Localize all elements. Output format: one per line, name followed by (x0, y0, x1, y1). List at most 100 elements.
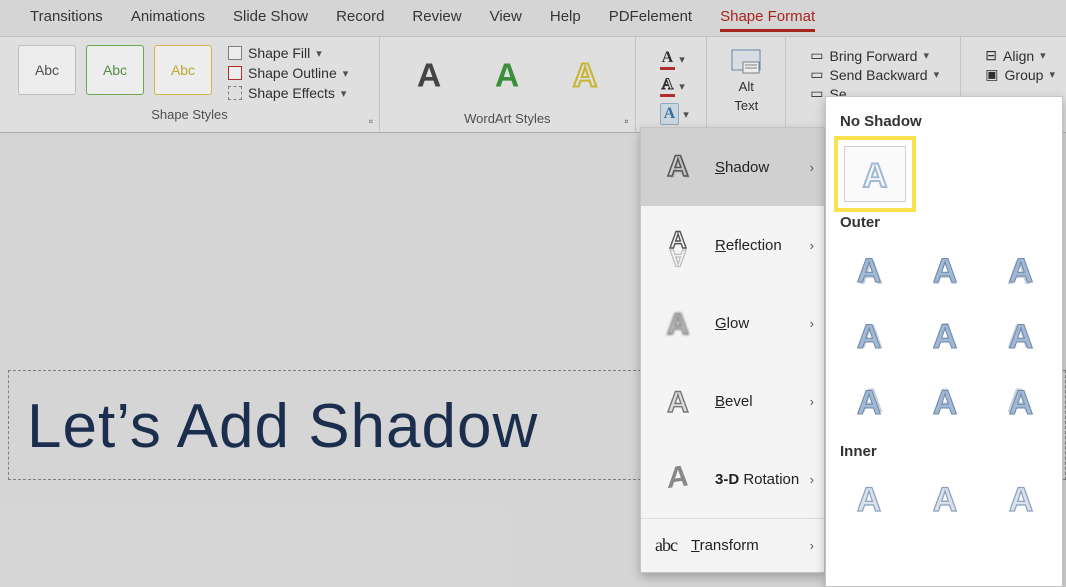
svg-text:A: A (667, 308, 689, 341)
align-label: Align (1003, 48, 1034, 64)
tab-pdfelement[interactable]: PDFelement (609, 8, 692, 32)
tab-review[interactable]: Review (412, 8, 461, 32)
bring-forward-button[interactable]: ▭ Bring Forward ▾ (810, 47, 936, 64)
tab-view[interactable]: View (490, 8, 522, 32)
dialog-launcher-wordart[interactable]: ▫ (624, 114, 628, 128)
chevron-down-icon: ▾ (1040, 49, 1046, 62)
shape-outline-button[interactable]: Shape Outline ▾ (228, 65, 348, 81)
shadow-outer-8[interactable]: AA (914, 373, 976, 429)
shadow-outer-2[interactable]: AA (914, 241, 976, 297)
menu-item-shadow[interactable]: AA Shadow › (641, 128, 824, 206)
shadow-inner-3[interactable]: A (990, 470, 1052, 526)
text-outline-button[interactable]: A ▾ (660, 76, 683, 97)
group-label-shape-styles: Shape Styles (18, 101, 361, 126)
send-backward-button[interactable]: ▭ Send Backward ▾ (810, 66, 936, 83)
shadow-outer-9[interactable]: AA (990, 373, 1052, 429)
chevron-down-icon: ▾ (341, 87, 347, 100)
menu-item-reflection[interactable]: AA Reflection › (641, 206, 824, 284)
svg-text:A: A (857, 481, 882, 519)
svg-text:A: A (933, 318, 958, 356)
shape-style-3[interactable]: Abc (154, 45, 212, 95)
shadow-outer-5[interactable]: AA (914, 307, 976, 363)
wordart-preset-1[interactable]: A (408, 45, 450, 105)
wordart-preset-2[interactable]: A (486, 45, 528, 105)
menu-item-bevel[interactable]: A Bevel › (641, 362, 824, 440)
glow-icon: A (655, 300, 701, 346)
send-backward-icon: ▭ (810, 66, 823, 83)
shadow-outer-3[interactable]: AA (990, 241, 1052, 297)
effects-icon (228, 86, 242, 100)
chevron-right-icon: › (810, 538, 814, 553)
group-label-wordart: WordArt Styles (398, 105, 617, 130)
shape-outline-label: Shape Outline (248, 65, 337, 81)
svg-text:A: A (1009, 318, 1034, 356)
chevron-down-icon: ▾ (679, 80, 685, 93)
svg-text:A: A (857, 384, 882, 422)
shadow-outer-7[interactable]: AA (838, 373, 900, 429)
group-button[interactable]: ▣ Group ▾ (985, 66, 1042, 83)
tab-help[interactable]: Help (550, 8, 581, 32)
shape-style-1[interactable]: Abc (18, 45, 76, 95)
chevron-down-icon: ▾ (1049, 68, 1055, 81)
tab-transitions[interactable]: Transitions (30, 8, 103, 32)
text-effects-menu: AA Shadow › AA Reflection › A Glow › A B… (640, 127, 825, 573)
svg-text:A: A (1009, 384, 1034, 422)
tab-record[interactable]: Record (336, 8, 384, 32)
svg-text:A: A (667, 386, 689, 419)
shadow-option-none[interactable]: A (844, 146, 906, 202)
align-button[interactable]: ⊟ Align ▾ (985, 47, 1042, 64)
chevron-right-icon: › (810, 316, 814, 331)
tab-shapeformat[interactable]: Shape Format (720, 8, 815, 32)
shadow-inner-grid: A A A (838, 470, 1050, 526)
shadow-section-no-shadow: No Shadow (840, 113, 1048, 130)
chevron-right-icon: › (810, 160, 814, 175)
shadow-inner-1[interactable]: A (838, 470, 900, 526)
shape-fill-button[interactable]: Shape Fill ▾ (228, 45, 348, 61)
chevron-right-icon: › (810, 394, 814, 409)
send-backward-label: Send Backward (830, 67, 928, 83)
shadow-outer-4[interactable]: AA (838, 307, 900, 363)
dialog-launcher-shape-styles[interactable]: ▫ (369, 114, 373, 128)
menu-item-3d-rotation[interactable]: A 3-D Rotation › (641, 440, 824, 518)
svg-text:A: A (933, 481, 958, 519)
outline-icon (228, 66, 242, 80)
bring-forward-label: Bring Forward (830, 48, 918, 64)
ribbon-tabs: Transitions Animations Slide Show Record… (0, 0, 1066, 36)
shape-style-gallery[interactable]: Abc Abc Abc (18, 45, 212, 95)
chevron-down-icon: ▾ (316, 47, 322, 60)
shadow-outer-1[interactable]: AA (838, 241, 900, 297)
svg-text:A: A (573, 56, 597, 94)
shadow-icon: AA (655, 144, 701, 190)
fill-icon (228, 46, 242, 60)
svg-text:A: A (933, 384, 958, 422)
group-icon: ▣ (985, 66, 998, 83)
shadow-gallery: No Shadow A Outer AA AA AA AA AA AA AA A… (825, 96, 1063, 587)
svg-text:A: A (417, 56, 441, 94)
shadow-section-inner: Inner (840, 443, 1048, 460)
tab-animations[interactable]: Animations (131, 8, 205, 32)
rotation-icon: A (655, 456, 701, 502)
svg-text:A: A (667, 150, 689, 183)
group-menu-label: Group (1005, 67, 1044, 83)
tab-slideshow[interactable]: Slide Show (233, 8, 308, 32)
chevron-down-icon: ▾ (679, 53, 685, 66)
menu-item-transform[interactable]: abc Transform › (641, 518, 824, 572)
text-fill-button[interactable]: A ▾ (660, 49, 683, 70)
align-icon: ⊟ (985, 47, 997, 64)
svg-text:A: A (857, 252, 882, 290)
svg-text:A: A (667, 459, 689, 495)
transform-icon: abc (655, 535, 677, 556)
text-effects-button[interactable]: A ▾ (660, 103, 683, 125)
wordart-gallery[interactable]: A A A (398, 45, 617, 105)
shadow-inner-2[interactable]: A (914, 470, 976, 526)
wordart-preset-3[interactable]: A (564, 45, 606, 105)
shape-style-2[interactable]: Abc (86, 45, 144, 95)
menu-item-glow[interactable]: A Glow › (641, 284, 824, 362)
text-effects-icon: A (660, 103, 680, 125)
shadow-outer-6[interactable]: AA (990, 307, 1052, 363)
text-fill-icon: A (660, 49, 676, 70)
chevron-down-icon: ▾ (343, 67, 349, 80)
alt-text-button[interactable]: Alt Text (725, 45, 767, 117)
shape-effects-button[interactable]: Shape Effects ▾ (228, 85, 348, 101)
shape-effects-label: Shape Effects (248, 85, 335, 101)
